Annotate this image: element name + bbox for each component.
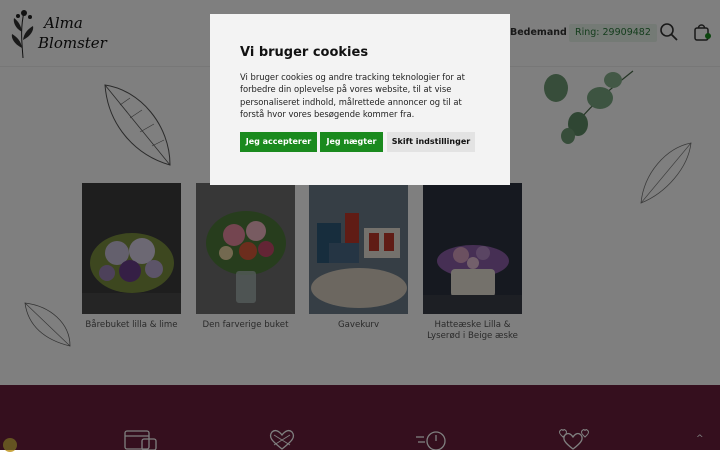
cookie-settings-button[interactable]: Skift indstillinger [387, 132, 475, 152]
page: Alma Blomster Bedemand Ring: 29909482 [0, 0, 720, 452]
accept-cookies-button[interactable]: Jeg accepterer [240, 132, 317, 152]
deny-cookies-button[interactable]: Jeg nægter [320, 132, 383, 152]
cookie-dialog-text: Vi bruger cookies og andre tracking tekn… [240, 72, 465, 119]
cookie-consent-dialog: Vi bruger cookies Vi bruger cookies og a… [210, 14, 510, 185]
cookie-dialog-title: Vi bruger cookies [240, 45, 369, 60]
